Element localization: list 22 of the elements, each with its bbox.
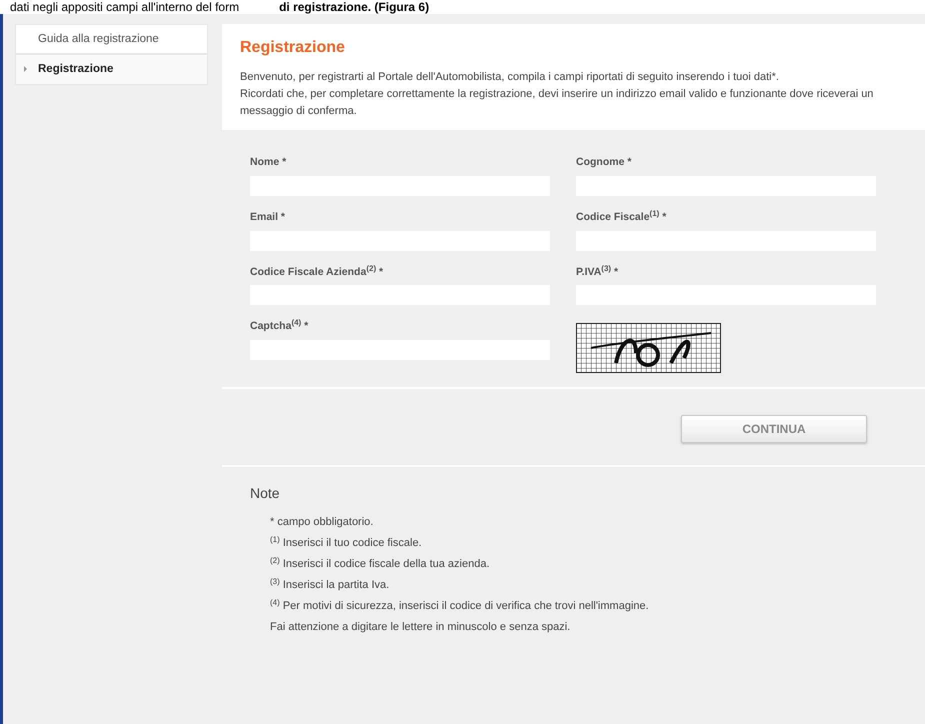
field-label: Cognome * xyxy=(576,155,632,170)
intro-text: Benvenuto, per registrarti al Portale dell'Automobilista, compila i campi riportati di seguito inserendo i tuoi dati*. xyxy=(240,70,780,86)
field-label: Codice Fiscale$^{(1)}$ * xyxy=(576,210,668,225)
note-text: * campo obbligatorio. xyxy=(270,515,374,530)
note-text: $^{(4)}$ Per motivi di sicurezza, inserisci il codice di verifica che trovi nell'immagine. xyxy=(270,598,650,614)
note-text: $^{(3)}$ Inserisci la partita Iva. xyxy=(270,577,390,594)
field-label: Codice Fiscale Azienda$^{(2)}$ * xyxy=(250,264,384,280)
arrow-icon xyxy=(24,66,27,72)
notes-title: Note xyxy=(250,485,281,502)
document-text: dati negli appositi campi all'interno del form xyxy=(10,0,240,14)
sidebar-item[interactable]: Guida alla registrazione xyxy=(15,24,208,54)
field-label: Captcha$^{(4)}$ * xyxy=(250,319,310,334)
note-text: $^{(1)}$ Inserisci il tuo codice fiscale. xyxy=(270,535,423,552)
page-title: Registrazione xyxy=(240,38,346,58)
sidebar-item[interactable]: Registrazione xyxy=(15,54,208,84)
field-label: P.IVA$^{(3)}$ * xyxy=(576,264,620,280)
field-label: Email * xyxy=(250,210,286,225)
field-label: Nome * xyxy=(250,155,288,170)
document-text: di registrazione. (Figura 6) xyxy=(279,0,430,14)
note-text: $^{(2)}$ Inserisci il codice fiscale della tua azienda. xyxy=(270,556,491,572)
intro-text: Ricordati che, per completare correttamente la registrazione, devi inserire un indirizzo email valido e funzionante dove riceverai un messaggio di conferma. xyxy=(240,87,874,120)
note-text: Fai attenzione a digitare le lettere in minuscolo e senza spazi. xyxy=(270,620,572,636)
